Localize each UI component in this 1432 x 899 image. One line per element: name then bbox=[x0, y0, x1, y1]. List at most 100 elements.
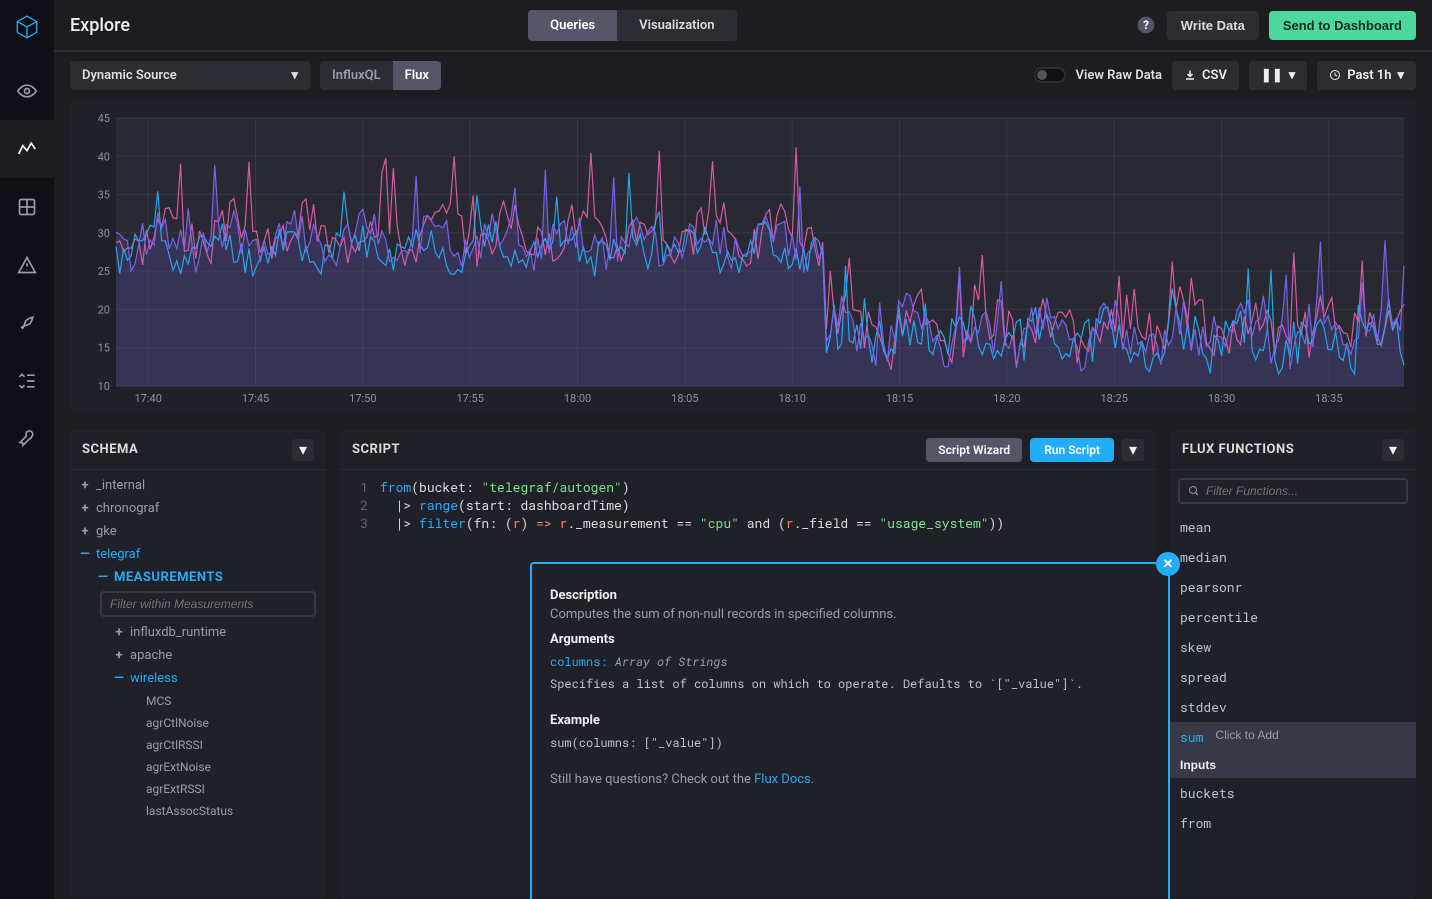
query-toolbar: Dynamic Source ▾ InfluxQL Flux View Raw … bbox=[54, 52, 1432, 100]
nav-config-icon[interactable] bbox=[0, 410, 54, 468]
function-search[interactable] bbox=[1178, 478, 1408, 504]
tree-item[interactable]: —telegraf bbox=[70, 543, 326, 566]
schema-tree: +_internal+chronograf+gke—telegraf—MEASU… bbox=[70, 470, 326, 899]
svg-text:10: 10 bbox=[98, 380, 110, 393]
function-item[interactable]: pearsonr bbox=[1170, 572, 1416, 602]
chart-panel: 101520253035404517:4017:4517:5017:5518:0… bbox=[70, 100, 1416, 412]
search-icon bbox=[1188, 485, 1200, 497]
tab-visualization[interactable]: Visualization bbox=[617, 10, 736, 41]
time-range-dropdown[interactable]: Past 1h ▾ bbox=[1317, 61, 1416, 90]
schema-options[interactable]: ▾ bbox=[292, 439, 314, 461]
tree-item[interactable]: +influxdb_runtime bbox=[70, 621, 326, 644]
svg-text:17:50: 17:50 bbox=[349, 392, 376, 405]
chevron-down-icon: ▾ bbox=[1397, 68, 1404, 83]
lang-flux[interactable]: Flux bbox=[393, 61, 441, 90]
svg-text:18:20: 18:20 bbox=[993, 392, 1020, 405]
function-doc-popup: ✕ Description Computes the sum of non-nu… bbox=[530, 562, 1170, 899]
nav-logs-icon[interactable] bbox=[0, 294, 54, 352]
csv-button[interactable]: CSV bbox=[1172, 61, 1239, 90]
run-script-button[interactable]: Run Script bbox=[1030, 438, 1114, 462]
tree-leaf[interactable]: agrCtlRSSI bbox=[70, 734, 326, 756]
schema-title: SCHEMA bbox=[82, 442, 138, 457]
svg-text:15: 15 bbox=[98, 342, 110, 355]
function-item[interactable]: buckets bbox=[1170, 778, 1416, 808]
svg-text:18:10: 18:10 bbox=[778, 392, 805, 405]
function-item[interactable]: median bbox=[1170, 542, 1416, 572]
function-item[interactable]: from bbox=[1170, 808, 1416, 838]
help-icon[interactable]: ? bbox=[1135, 14, 1157, 36]
tree-item[interactable]: +apache bbox=[70, 644, 326, 667]
svg-text:18:00: 18:00 bbox=[564, 392, 591, 405]
measurements-filter[interactable] bbox=[100, 591, 316, 617]
chevron-down-icon: ▾ bbox=[291, 68, 298, 83]
raw-data-toggle[interactable] bbox=[1034, 67, 1066, 83]
language-toggle: InfluxQL Flux bbox=[320, 61, 441, 90]
svg-text:?: ? bbox=[1143, 18, 1149, 32]
svg-text:35: 35 bbox=[98, 189, 110, 202]
svg-text:17:40: 17:40 bbox=[134, 392, 161, 405]
tree-item[interactable]: +_internal bbox=[70, 474, 326, 497]
doc-arg-name: columns: bbox=[550, 654, 608, 670]
doc-arg-type: Array of Strings bbox=[615, 654, 728, 670]
function-list: meanmedianpearsonrpercentileskewspreadst… bbox=[1170, 512, 1416, 899]
doc-example-code: sum(columns: ["_value"]) bbox=[550, 732, 1150, 754]
function-item[interactable]: mean bbox=[1170, 512, 1416, 542]
nav-admin-icon[interactable] bbox=[0, 352, 54, 410]
tree-leaf[interactable]: agrExtNoise bbox=[70, 756, 326, 778]
svg-text:18:05: 18:05 bbox=[671, 392, 698, 405]
lang-influxql[interactable]: InfluxQL bbox=[320, 61, 393, 90]
view-mode-tabs: Queries Visualization bbox=[528, 10, 736, 41]
function-item[interactable]: percentile bbox=[1170, 602, 1416, 632]
send-to-dashboard-button[interactable]: Send to Dashboard bbox=[1269, 11, 1416, 40]
function-item[interactable]: stddev bbox=[1170, 692, 1416, 722]
script-options[interactable]: ▾ bbox=[1122, 439, 1144, 461]
sidebar bbox=[0, 0, 54, 899]
function-search-input[interactable] bbox=[1206, 484, 1398, 498]
tree-item[interactable]: +gke bbox=[70, 520, 326, 543]
tree-leaf[interactable]: lastAssocStatus bbox=[70, 800, 326, 822]
function-item-selected[interactable]: sumClick to Add bbox=[1170, 722, 1416, 752]
header: Explore Queries Visualization ? Write Da… bbox=[54, 0, 1432, 52]
svg-text:17:45: 17:45 bbox=[242, 392, 269, 405]
close-icon[interactable]: ✕ bbox=[1156, 552, 1180, 576]
tree-leaf[interactable]: agrCtlNoise bbox=[70, 712, 326, 734]
script-panel: SCRIPT Script Wizard Run Script ▾ 1from(… bbox=[340, 430, 1156, 899]
tab-queries[interactable]: Queries bbox=[528, 10, 617, 41]
function-item[interactable]: spread bbox=[1170, 662, 1416, 692]
nav-view-icon[interactable] bbox=[0, 62, 54, 120]
flux-docs-link[interactable]: Flux Docs bbox=[754, 772, 811, 787]
doc-arguments-heading: Arguments bbox=[550, 632, 1150, 647]
nav-explore-icon[interactable] bbox=[0, 120, 54, 178]
download-icon bbox=[1184, 69, 1196, 81]
timeseries-chart[interactable]: 101520253035404517:4017:4517:5017:5518:0… bbox=[80, 110, 1412, 406]
nav-alerts-icon[interactable] bbox=[0, 236, 54, 294]
chevron-down-icon: ▾ bbox=[1289, 68, 1296, 83]
functions-title: FLUX FUNCTIONS bbox=[1182, 442, 1294, 457]
app-logo bbox=[14, 14, 40, 40]
clock-icon bbox=[1329, 69, 1341, 81]
svg-text:18:35: 18:35 bbox=[1315, 392, 1342, 405]
raw-data-label: View Raw Data bbox=[1076, 68, 1163, 83]
tree-item[interactable]: +chronograf bbox=[70, 497, 326, 520]
svg-text:45: 45 bbox=[98, 112, 110, 125]
script-wizard-button[interactable]: Script Wizard bbox=[926, 438, 1022, 462]
functions-options[interactable]: ▾ bbox=[1382, 439, 1404, 461]
pause-icon: ❚❚ bbox=[1261, 68, 1283, 83]
doc-arg-desc: Specifies a list of columns on which to … bbox=[550, 673, 1150, 695]
svg-text:25: 25 bbox=[98, 265, 110, 278]
tree-leaf[interactable]: agrExtRSSI bbox=[70, 778, 326, 800]
tree-section-measurements[interactable]: —MEASUREMENTS bbox=[70, 566, 326, 589]
doc-example-heading: Example bbox=[550, 713, 1150, 728]
svg-text:18:15: 18:15 bbox=[886, 392, 913, 405]
script-title: SCRIPT bbox=[352, 442, 400, 457]
tree-item[interactable]: —wireless bbox=[70, 667, 326, 690]
tree-leaf[interactable]: MCS bbox=[70, 690, 326, 712]
refresh-dropdown[interactable]: ❚❚ ▾ bbox=[1249, 61, 1307, 90]
function-item[interactable]: skew bbox=[1170, 632, 1416, 662]
write-data-button[interactable]: Write Data bbox=[1167, 11, 1259, 40]
source-dropdown[interactable]: Dynamic Source ▾ bbox=[70, 61, 310, 90]
doc-description: Computes the sum of non-null records in … bbox=[550, 607, 1150, 622]
page-title: Explore bbox=[70, 15, 130, 36]
nav-dashboards-icon[interactable] bbox=[0, 178, 54, 236]
svg-text:18:25: 18:25 bbox=[1100, 392, 1127, 405]
